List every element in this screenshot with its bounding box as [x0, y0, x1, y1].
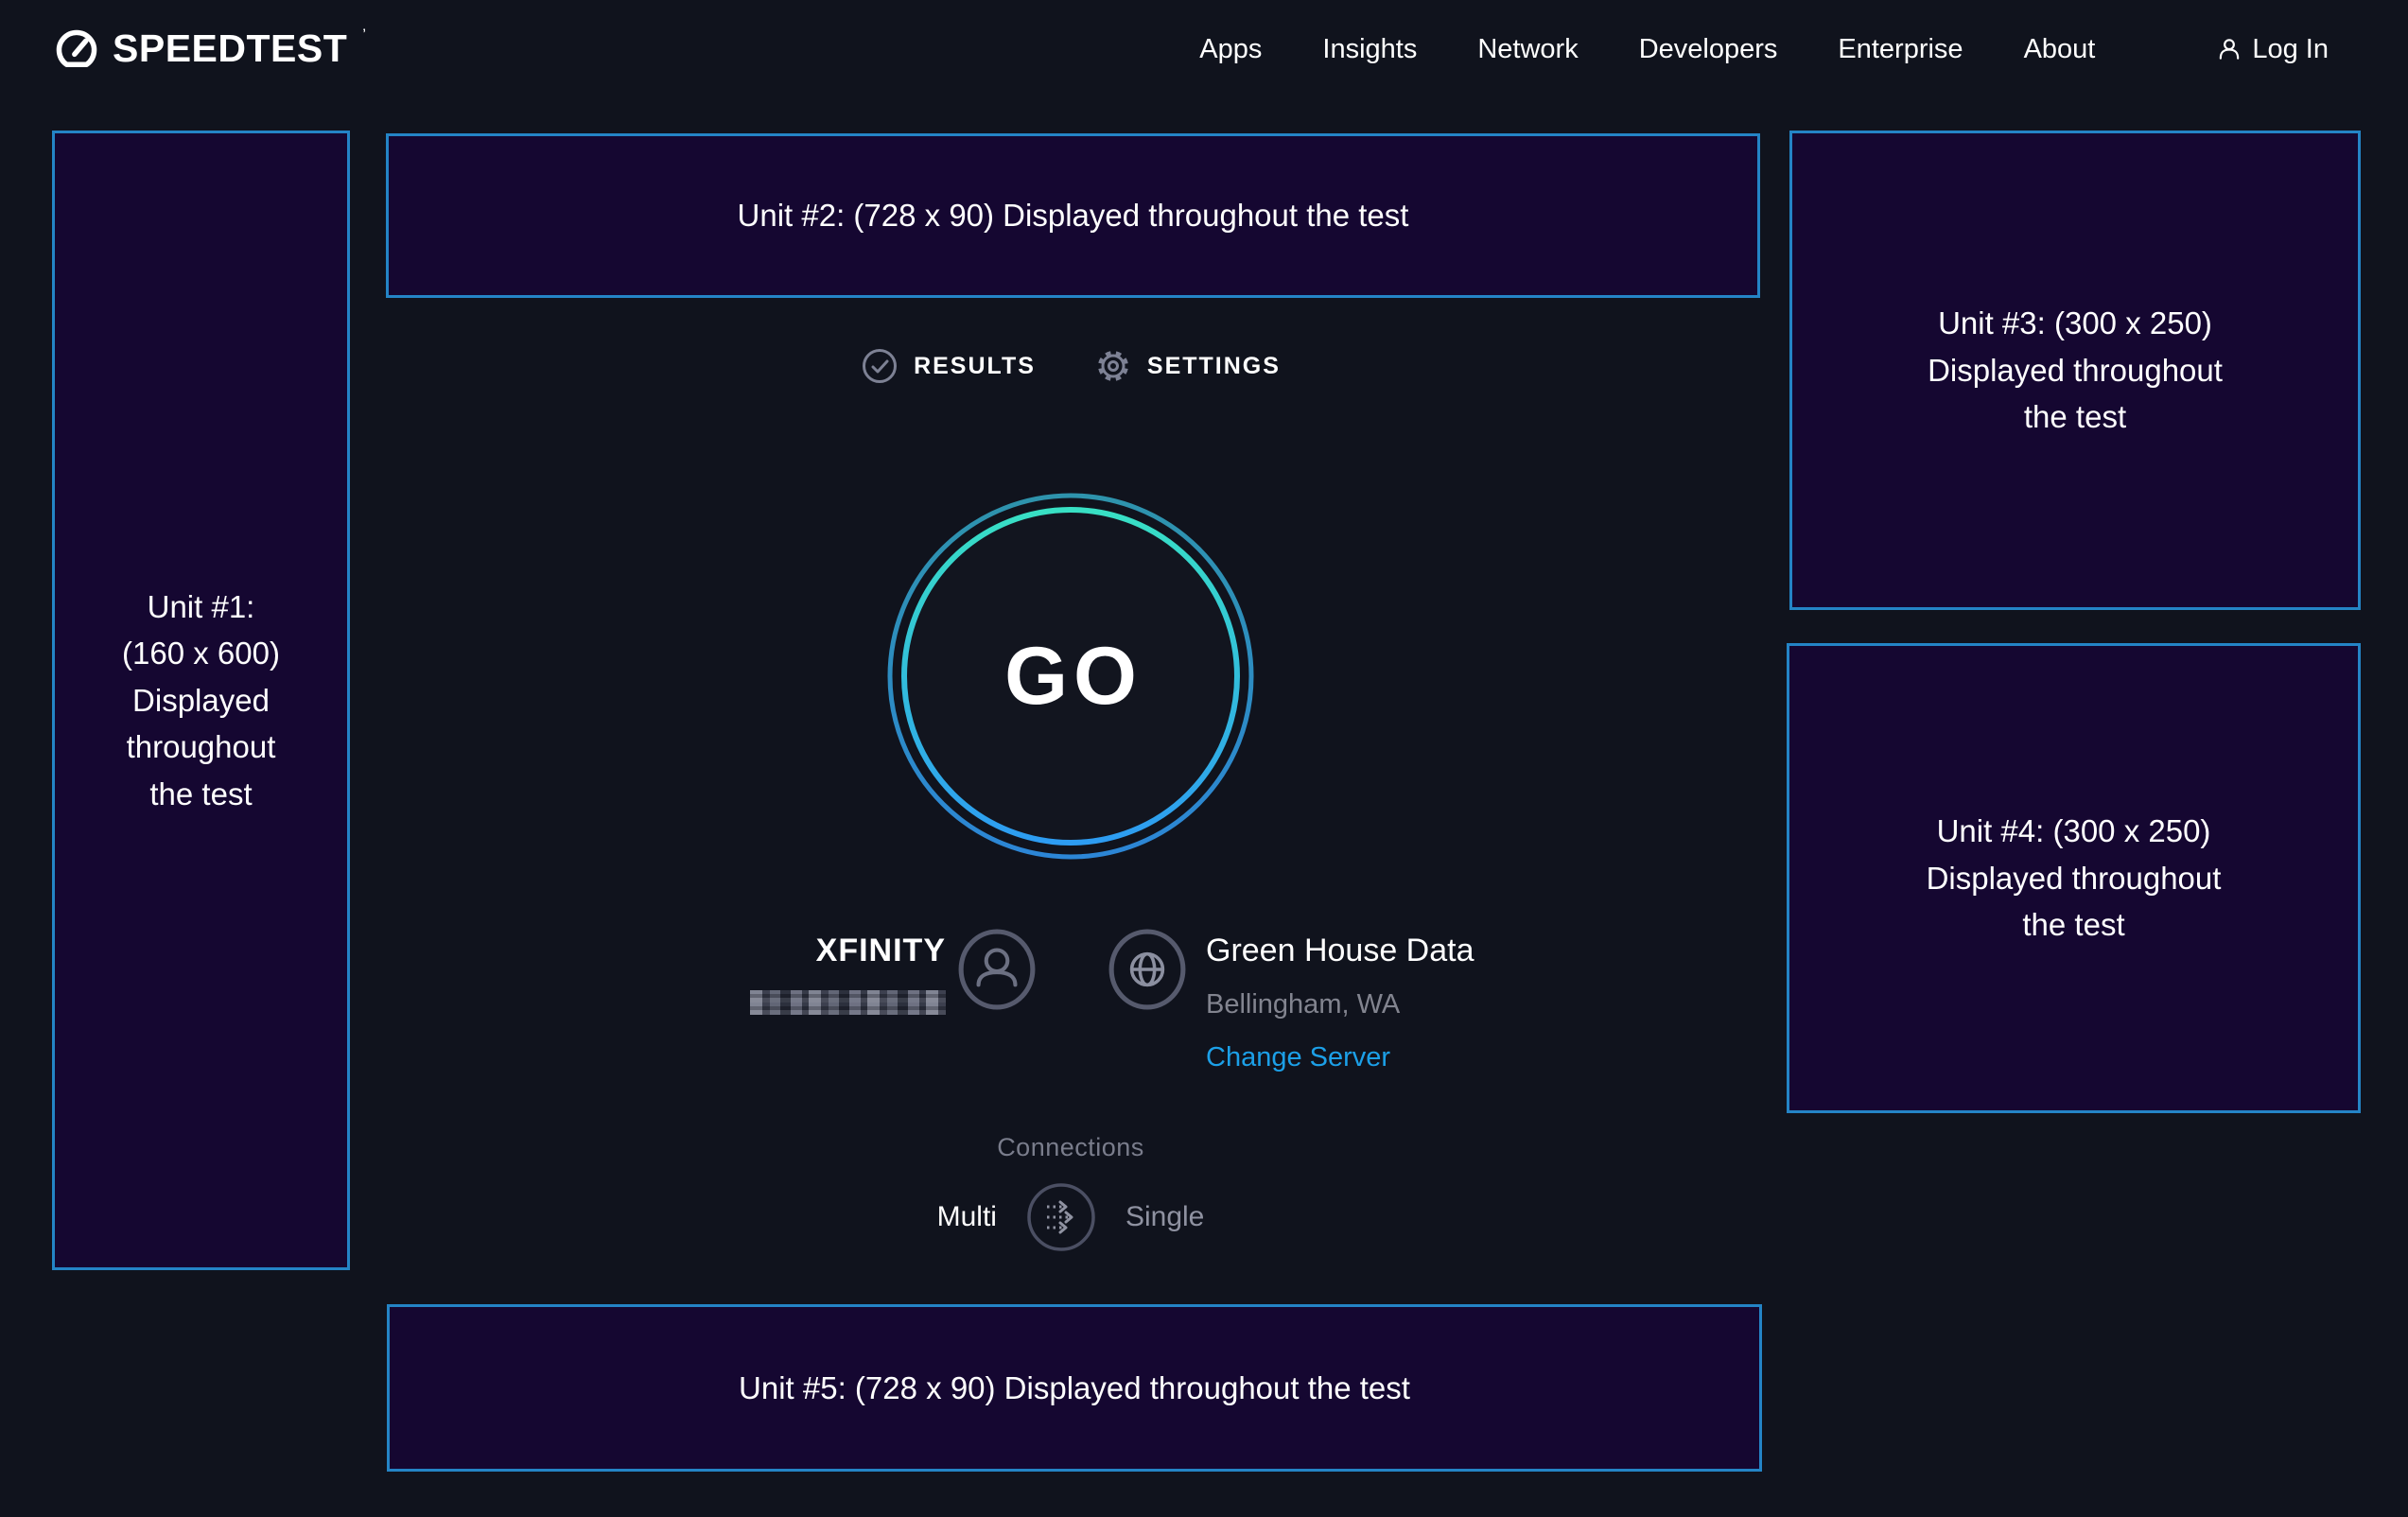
ad-unit-1-line: throughout: [127, 724, 276, 771]
person-circle-icon: [958, 929, 1036, 1015]
nav-item-enterprise[interactable]: Enterprise: [1838, 34, 1963, 65]
person-icon: [2216, 36, 2242, 62]
ad-unit-1-line: the test: [149, 771, 252, 818]
globe-icon: [1108, 929, 1186, 1015]
isp-name: XFINITY: [567, 933, 946, 969]
change-server-link[interactable]: Change Server: [1206, 1042, 1390, 1073]
connections-section: Connections Multi Single: [834, 1133, 1307, 1253]
speedtest-logo[interactable]: SPEEDTEST ’: [54, 26, 366, 73]
brand-wordmark: SPEEDTEST: [113, 26, 347, 71]
connections-multi-option[interactable]: Multi: [937, 1201, 997, 1233]
isp-block: XFINITY: [567, 933, 946, 1015]
ad-unit-3-line: Displayed throughout: [1928, 347, 2223, 394]
connections-label: Connections: [834, 1133, 1307, 1162]
speedtest-page: SPEEDTEST ’ Apps Insights Network Develo…: [0, 0, 2408, 1517]
check-circle-icon: [861, 347, 899, 385]
multi-arrows-icon: [1025, 1181, 1097, 1253]
connections-single-option[interactable]: Single: [1125, 1201, 1204, 1233]
ad-unit-1-line: (160 x 600): [122, 630, 280, 677]
login-label: Log In: [2252, 34, 2329, 65]
ad-unit-5[interactable]: Unit #5: (728 x 90) Displayed throughout…: [387, 1304, 1762, 1472]
ad-unit-4-line: Displayed throughout: [1927, 855, 2222, 902]
top-nav: SPEEDTEST ’ Apps Insights Network Develo…: [0, 0, 2408, 98]
trademark-mark: ’: [362, 26, 366, 44]
server-name: Green House Data: [1206, 933, 1603, 969]
ad-unit-5-text: Unit #5: (728 x 90) Displayed throughout…: [739, 1365, 1410, 1412]
server-location: Bellingham, WA: [1206, 989, 1603, 1020]
gear-icon: [1094, 347, 1132, 385]
nav-item-insights[interactable]: Insights: [1322, 34, 1417, 65]
connections-toggle[interactable]: [1025, 1181, 1097, 1253]
ad-unit-4[interactable]: Unit #4: (300 x 250) Displayed throughou…: [1787, 643, 2361, 1113]
ad-unit-1[interactable]: Unit #1: (160 x 600) Displayed throughou…: [52, 131, 350, 1270]
gauge-icon: [54, 27, 99, 73]
ad-unit-1-line: Unit #1:: [148, 584, 255, 631]
ad-unit-4-line: the test: [2022, 901, 2124, 949]
nav-item-network[interactable]: Network: [1477, 34, 1578, 65]
ad-unit-4-line: Unit #4: (300 x 250): [1937, 808, 2211, 855]
tab-settings[interactable]: SETTINGS: [1094, 347, 1281, 385]
go-button[interactable]: GO: [881, 487, 1260, 865]
nav-item-about[interactable]: About: [2024, 34, 2096, 65]
view-tabs: RESULTS SETTINGS: [787, 344, 1354, 388]
ad-unit-3-line: the test: [2024, 393, 2126, 441]
ad-unit-2-text: Unit #2: (728 x 90) Displayed throughout…: [738, 192, 1409, 239]
nav-menu: Apps Insights Network Developers Enterpr…: [1199, 34, 2329, 65]
redacted-ip-address: [750, 990, 946, 1015]
ad-unit-2[interactable]: Unit #2: (728 x 90) Displayed throughout…: [386, 133, 1760, 298]
connections-row: Multi Single: [834, 1181, 1307, 1253]
ad-unit-3-line: Unit #3: (300 x 250): [1938, 300, 2212, 347]
nav-item-apps[interactable]: Apps: [1199, 34, 1262, 65]
login-button[interactable]: Log In: [2216, 34, 2329, 65]
tab-results[interactable]: RESULTS: [861, 347, 1036, 385]
server-block: Green House Data Bellingham, WA Change S…: [1206, 933, 1603, 1073]
ad-unit-3[interactable]: Unit #3: (300 x 250) Displayed throughou…: [1789, 131, 2361, 610]
tab-settings-label: SETTINGS: [1147, 353, 1281, 380]
ad-unit-1-line: Displayed: [132, 677, 270, 724]
tab-results-label: RESULTS: [914, 353, 1036, 380]
nav-item-developers[interactable]: Developers: [1639, 34, 1778, 65]
go-label: GO: [881, 487, 1260, 865]
